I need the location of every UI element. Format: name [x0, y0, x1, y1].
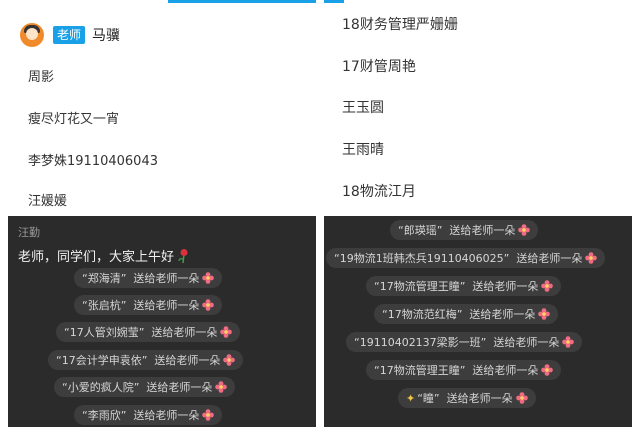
- flower-icon: [538, 308, 551, 320]
- member-item[interactable]: 18物流江月: [342, 181, 416, 201]
- gift-action: 送给老师一朵: [151, 326, 218, 339]
- gift-sender: “17物流管理王瞳”: [374, 280, 466, 293]
- gift-notice: “小爱的疯人院” 送给老师一朵: [54, 377, 236, 397]
- member-item[interactable]: 王玉圆: [342, 97, 384, 117]
- gift-action: 送给老师一朵: [493, 336, 560, 349]
- sparkle-icon: ✦: [406, 391, 416, 405]
- member-list-left: 老师 马骥 周影 瘦尽灯花又一宵 李梦姝19110406043 汪媛媛: [8, 0, 316, 210]
- gift-sender: “17物流管理王瞳”: [374, 364, 466, 377]
- rose-icon: [178, 248, 188, 263]
- chat-message: 老师，同学们，大家上午好: [18, 246, 190, 265]
- gift-action: 送给老师一朵: [154, 354, 221, 367]
- gift-sender: “瞳”: [417, 392, 440, 405]
- gift-action: 送给老师一朵: [516, 252, 583, 265]
- gift-notice: “郎瑛瑶” 送给老师一朵: [390, 220, 539, 240]
- flower-icon: [202, 272, 215, 284]
- teacher-name: 马骥: [92, 28, 121, 44]
- flower-icon: [202, 299, 215, 311]
- gift-sender: “张启杭”: [82, 299, 127, 312]
- chat-panel-left: 汪勤 老师，同学们，大家上午好 “郑海清” 送给老师一朵 “张启杭” 送给老师一…: [8, 216, 316, 427]
- flower-icon: [202, 409, 215, 421]
- gift-sender: “17会计学申袁依”: [56, 354, 148, 367]
- gift-notice: “张启杭” 送给老师一朵: [74, 295, 223, 315]
- flower-icon: [562, 336, 575, 348]
- gift-notice: “19110402137梁影一班” 送给老师一朵: [346, 332, 583, 352]
- member-item[interactable]: 18财务管理严姗姗: [342, 14, 458, 34]
- flower-icon: [220, 326, 233, 338]
- member-item[interactable]: 汪媛媛: [28, 190, 67, 209]
- gift-sender: “17物流范红梅”: [382, 308, 463, 321]
- flower-icon: [541, 280, 554, 292]
- gift-action: 送给老师一朵: [472, 364, 539, 377]
- gift-action: 送给老师一朵: [472, 280, 539, 293]
- avatar: [20, 23, 44, 47]
- gift-sender: “19110402137梁影一班”: [354, 336, 487, 349]
- flower-icon: [585, 252, 598, 264]
- gift-sender: “李雨欣”: [82, 409, 127, 422]
- gift-action: 送给老师一朵: [449, 224, 516, 237]
- member-item[interactable]: 17财管周艳: [342, 56, 416, 76]
- flower-icon: [515, 392, 528, 404]
- member-item[interactable]: 瘦尽灯花又一宵: [28, 108, 119, 127]
- flower-icon: [541, 364, 554, 376]
- gift-sender: “17人管刘婉莹”: [64, 326, 145, 339]
- chat-panel-right: “郎瑛瑶” 送给老师一朵 “19物流1班韩杰兵19110406025” 送给老师…: [324, 216, 632, 427]
- sender-name: 汪勤: [18, 226, 40, 239]
- gift-notice: “17物流管理王瞳” 送给老师一朵: [366, 276, 562, 296]
- member-list-right: 18财务管理严姗姗 17财管周艳 王玉圆 王雨晴 18物流江月: [324, 0, 632, 210]
- teacher-badge: 老师: [53, 26, 86, 44]
- gift-notice: “17人管刘婉莹” 送给老师一朵: [56, 322, 241, 342]
- gift-sender: “郑海清”: [82, 272, 127, 285]
- member-item[interactable]: 李梦姝19110406043: [28, 150, 158, 169]
- gift-sender: “19物流1班韩杰兵19110406025”: [334, 252, 510, 265]
- tab-indicator: [168, 0, 316, 3]
- flower-icon: [215, 381, 228, 393]
- gift-sender: “郎瑛瑶”: [398, 224, 443, 237]
- flower-icon: [223, 354, 236, 366]
- gift-notice: “17物流范红梅” 送给老师一朵: [374, 304, 559, 324]
- gift-notice: “17物流管理王瞳” 送给老师一朵: [366, 360, 562, 380]
- gift-notice: “李雨欣” 送给老师一朵: [74, 405, 223, 425]
- gift-action: 送给老师一朵: [133, 272, 200, 285]
- gift-action: 送给老师一朵: [446, 392, 513, 405]
- gift-action: 送给老师一朵: [146, 381, 213, 394]
- gift-notice: “19物流1班韩杰兵19110406025” 送给老师一朵: [326, 248, 606, 268]
- gift-action: 送给老师一朵: [469, 308, 536, 321]
- chat-message-text: 老师，同学们，大家上午好: [18, 250, 175, 265]
- gift-action: 送给老师一朵: [133, 299, 200, 312]
- gift-notice: “17会计学申袁依” 送给老师一朵: [48, 350, 244, 370]
- member-item[interactable]: 周影: [28, 66, 54, 85]
- gift-notice: ✦ “瞳” 送给老师一朵: [398, 388, 536, 408]
- member-item[interactable]: 王雨晴: [342, 139, 384, 159]
- teacher-row[interactable]: 老师 马骥: [20, 22, 120, 48]
- gift-notice: “郑海清” 送给老师一朵: [74, 268, 223, 288]
- gift-sender: “小爱的疯人院”: [62, 381, 140, 394]
- tab-indicator: [324, 0, 344, 3]
- gift-action: 送给老师一朵: [133, 409, 200, 422]
- flower-icon: [518, 224, 531, 236]
